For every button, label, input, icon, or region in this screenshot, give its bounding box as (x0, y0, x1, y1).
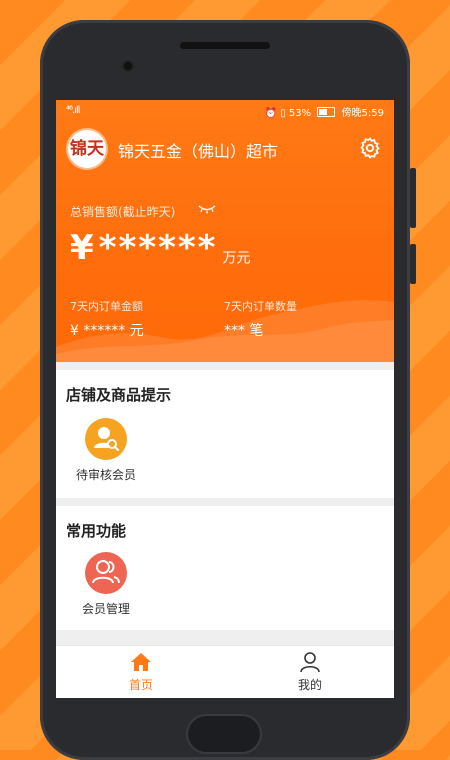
store-name: 锦天五金（佛山）超市 (118, 142, 279, 161)
pending-members-label: 待审核会员 (75, 468, 136, 482)
order-count-stat: 7天内订单数量 *** 笔 (224, 298, 297, 340)
store-logo: 锦天 (68, 130, 106, 168)
member-management-label: 会员管理 (81, 602, 130, 616)
pending-members-button[interactable]: 待审核会员 (66, 418, 146, 483)
eye-closed-icon[interactable] (198, 204, 216, 214)
section-title: 店铺及商品提示 (66, 386, 172, 404)
status-bar: ⁴⁶.ıll ⏰ ▯ 53% 傍晚5:59 (56, 102, 394, 120)
order-amount-value: ¥ ****** 元 (70, 323, 144, 339)
total-sales-label: 总销售额(截止昨天) (70, 205, 176, 219)
battery-icon (317, 107, 336, 117)
gear-icon[interactable] (358, 136, 382, 160)
total-sales-value: ¥ ****** 万元 (70, 228, 251, 268)
store-tips-section: 店铺及商品提示 待审核会员 (56, 370, 394, 498)
volume-button (410, 168, 416, 228)
order-count-label: 7天内订单数量 (224, 300, 297, 313)
sales-summary-panel: ⁴⁶.ıll ⏰ ▯ 53% 傍晚5:59 锦天 锦天五金（佛山）超市 总销售额… (56, 100, 394, 362)
members-icon (85, 552, 127, 594)
status-icons: ⏰ ▯ 53% (264, 108, 312, 119)
tab-home[interactable]: 首页 (101, 650, 181, 693)
power-button (410, 244, 416, 284)
app-screen: ⁴⁶.ıll ⏰ ▯ 53% 傍晚5:59 锦天 锦天五金（佛山）超市 总销售额… (56, 100, 394, 698)
order-count-value: *** 笔 (224, 323, 264, 339)
home-button (186, 714, 262, 754)
tab-mine[interactable]: 我的 (270, 650, 350, 693)
signal-indicator: ⁴⁶.ıll (66, 105, 80, 116)
section-title: 常用功能 (66, 522, 127, 540)
home-icon (131, 653, 151, 671)
member-management-button[interactable]: 会员管理 (66, 552, 146, 617)
user-icon (300, 652, 320, 673)
order-amount-stat: 7天内订单金额 ¥ ****** 元 (70, 298, 144, 340)
status-right: ⏰ ▯ 53% 傍晚5:59 (265, 104, 384, 119)
masked-amount: ****** (98, 228, 218, 268)
member-search-icon (85, 418, 127, 460)
tab-mine-label: 我的 (297, 678, 322, 692)
amount-unit: 万元 (222, 250, 251, 267)
bottom-tab-bar: 首页 我的 (56, 645, 394, 698)
status-time: 傍晚5:59 (341, 108, 384, 119)
currency-symbol: ¥ (70, 228, 94, 268)
front-camera (124, 62, 132, 70)
order-amount-label: 7天内订单金额 (70, 300, 143, 313)
tab-home-label: 首页 (128, 678, 153, 692)
common-functions-section: 常用功能 会员管理 (56, 506, 394, 630)
earpiece-speaker (180, 42, 270, 49)
